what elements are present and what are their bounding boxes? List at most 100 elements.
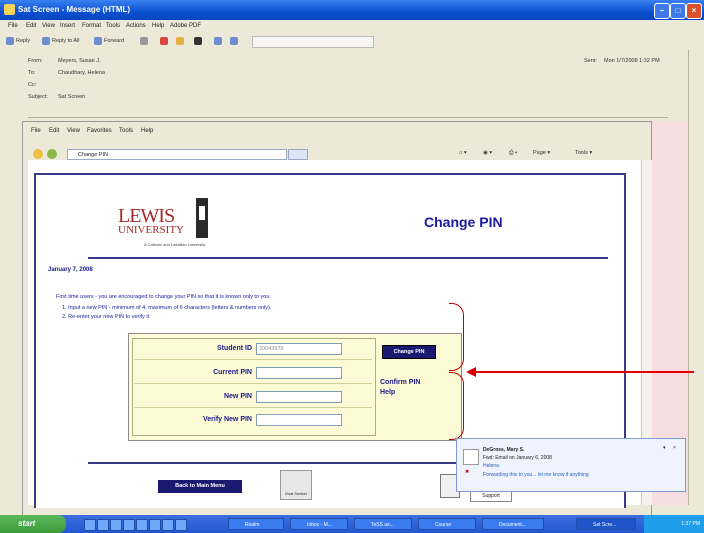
verify-pin-label: Verify New PIN — [202, 416, 252, 423]
quicklaunch-folder-icon[interactable] — [175, 519, 187, 531]
browser-menu-help[interactable]: Help — [141, 128, 153, 134]
taskbar-item-document[interactable]: Document... — [482, 518, 544, 530]
start-button[interactable]: start — [0, 515, 66, 533]
forward-button[interactable]: Forward — [94, 36, 124, 46]
previous-icon[interactable] — [214, 36, 224, 46]
next-icon[interactable] — [230, 36, 240, 46]
notification-close-icon[interactable]: × — [673, 445, 676, 451]
quicklaunch-excel-icon[interactable] — [149, 519, 161, 531]
menu-tools[interactable]: Tools — [106, 23, 120, 29]
toolbar-options[interactable] — [252, 36, 374, 48]
confirm-pin-help-link[interactable]: Confirm PIN Help — [380, 378, 420, 398]
to-value[interactable]: Chaudhary, Helena — [58, 70, 105, 76]
new-mail-notification[interactable]: DeGross, Mary S. Fwd: Email on January 6… — [456, 438, 686, 492]
browser-menu-view[interactable]: View — [67, 128, 80, 134]
header-divider — [28, 117, 668, 118]
annotation-arrow-line — [474, 371, 694, 373]
minimize-button[interactable]: – — [654, 3, 670, 19]
menu-adobe-pdf[interactable]: Adobe PDF — [170, 23, 201, 29]
page-menu[interactable]: Page ▾ — [533, 150, 550, 156]
maximize-button[interactable]: □ — [670, 3, 686, 19]
menu-actions[interactable]: Actions — [126, 23, 146, 29]
taskbar-item-sat-screen[interactable]: Sat Scre... — [576, 518, 636, 530]
window-title: Sat Screen - Message (HTML) — [18, 5, 131, 14]
system-tray-clock[interactable]: 1:37 PM — [644, 515, 704, 533]
quicklaunch-outlook-icon[interactable] — [97, 519, 109, 531]
menu-format[interactable]: Format — [82, 23, 101, 29]
notification-flag-icon[interactable]: ✖ — [465, 469, 469, 475]
new-pin-field[interactable] — [256, 391, 342, 403]
new-pin-row: New PIN — [134, 387, 372, 408]
new-pin-label: New PIN — [223, 393, 252, 400]
taskbar-item-course[interactable]: Course — [418, 518, 476, 530]
notification-line2: Helena — [483, 463, 499, 469]
feeds-icon[interactable]: ◉ ▾ — [483, 150, 492, 156]
menu-bar: File Edit View Insert Format Tools Actio… — [0, 20, 704, 33]
new-tab-button[interactable] — [288, 149, 308, 160]
quicklaunch-media-icon[interactable] — [123, 519, 135, 531]
page-date: January 7, 2008 — [48, 267, 93, 273]
sent-value: Mon 1/7/2008 1:32 PM — [604, 58, 660, 64]
notification-menu-icon[interactable]: ▾ — [663, 445, 666, 451]
menu-edit[interactable]: Edit — [26, 23, 36, 29]
change-pin-button[interactable]: Change PIN — [382, 345, 436, 359]
browser-menu-file[interactable]: File — [31, 128, 41, 134]
menu-insert[interactable]: Insert — [60, 23, 75, 29]
from-value[interactable]: Meyers, Susan J. — [58, 58, 101, 64]
delete-icon[interactable] — [194, 36, 204, 46]
reply-all-icon — [42, 36, 50, 45]
close-button[interactable]: × — [686, 3, 702, 19]
tools-menu[interactable]: Tools ▾ — [575, 150, 592, 156]
title-divider — [88, 257, 608, 259]
student-id-row: Student ID 20043979 — [134, 339, 372, 360]
message-scrollbar[interactable] — [688, 50, 704, 505]
taskbar-item-inbox[interactable]: Inbox - M... — [290, 518, 348, 530]
instructions-intro: First time users - you are encouraged to… — [56, 294, 271, 300]
message-toolbar: Reply Reply to All Forward — [0, 33, 704, 51]
browser-menu-favorites[interactable]: Favorites — [87, 128, 112, 134]
print-icon[interactable]: ⎙ ▾ — [509, 150, 517, 157]
message-icon — [4, 4, 15, 15]
taskbar-item-tess[interactable]: TeSS us... — [354, 518, 412, 530]
menu-help[interactable]: Help — [152, 23, 164, 29]
print-icon[interactable] — [140, 36, 150, 46]
quicklaunch-app-icon[interactable] — [162, 519, 174, 531]
subject-label: Subject: — [28, 94, 48, 100]
window-title-bar: Sat Screen - Message (HTML) – □ × — [0, 0, 704, 20]
browser-menu-edit[interactable]: Edit — [49, 128, 59, 134]
back-to-main-menu-button[interactable]: Back to Main Menu — [158, 480, 242, 493]
logo-tagline: A Catholic and Lasallian University — [144, 242, 206, 247]
quicklaunch-ie-icon[interactable] — [84, 519, 96, 531]
annotation-arrow-head — [466, 367, 476, 377]
goal-seeker-caption: Goal Seeker — [284, 491, 308, 496]
cc-label: Cc: — [28, 82, 37, 88]
favorites-star-icon[interactable] — [33, 149, 43, 159]
reply-icon — [6, 36, 14, 45]
notification-preview: Forwarding this to you... let me know if… — [483, 472, 589, 478]
goal-seeker-icon[interactable]: Goal Seeker — [280, 470, 312, 500]
home-icon[interactable]: ⌂ ▾ — [459, 150, 467, 156]
forward-icon — [94, 36, 102, 45]
notification-sender: DeGross, Mary S. — [483, 447, 525, 453]
annotation-bracket-bottom — [449, 372, 464, 440]
from-label: From: — [28, 58, 43, 64]
student-id-label: Student ID — [217, 345, 252, 352]
verify-pin-field[interactable] — [256, 414, 342, 426]
instruction-step-1: 1. Input a new PIN - minimum of 4, maxim… — [62, 305, 272, 311]
tab-change-pin[interactable]: Change PIN — [67, 149, 287, 160]
quicklaunch-word-icon[interactable] — [136, 519, 148, 531]
help-text: Help — [380, 389, 396, 396]
add-favorite-icon[interactable] — [47, 149, 57, 159]
reply-button[interactable]: Reply — [6, 36, 30, 46]
student-id-field[interactable]: 20043979 — [256, 343, 342, 355]
taskbar-item-realm[interactable]: Realm — [228, 518, 284, 530]
flag-icon[interactable] — [160, 36, 170, 46]
quicklaunch-desktop-icon[interactable] — [110, 519, 122, 531]
browser-menu-tools[interactable]: Tools — [119, 128, 133, 134]
menu-file[interactable]: File — [8, 23, 18, 29]
reply-all-button[interactable]: Reply to All — [42, 36, 80, 46]
page-title: Change PIN — [424, 214, 503, 230]
current-pin-field[interactable] — [256, 367, 342, 379]
move-icon[interactable] — [176, 36, 186, 46]
menu-view[interactable]: View — [42, 23, 55, 29]
